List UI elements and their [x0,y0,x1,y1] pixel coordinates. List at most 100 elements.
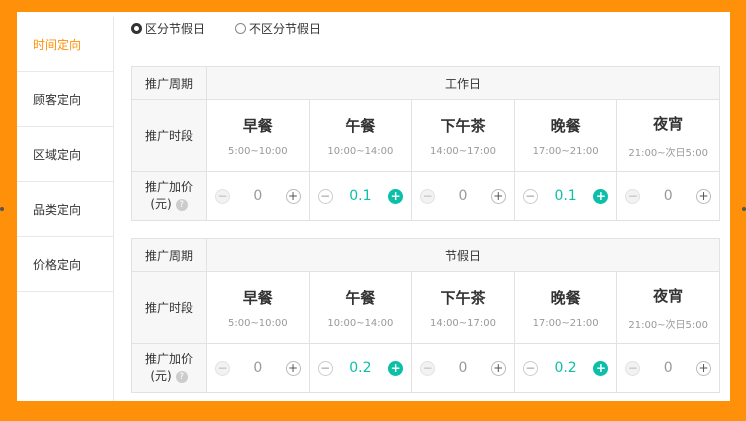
slot-label: 推广时段 [131,99,207,172]
minus-button[interactable]: − [420,188,436,204]
slot-time: 17:00~21:00 [532,145,599,157]
price-stepper-dinner: −0.2 + [513,343,618,393]
sidebar-item-label: 顾客定向 [33,92,82,107]
period-value: 节假日 [206,238,720,272]
plus-button[interactable]: + [490,360,506,376]
plus-button[interactable]: + [388,188,404,204]
slot-name: 夜宵 [653,114,684,133]
radio-unchecked-icon [235,23,247,34]
plus-button[interactable]: + [593,360,609,376]
sidebar-item-category[interactable]: 品类定向 [17,182,113,237]
slot-dinner: 晚餐 17:00~21:00 [513,271,618,344]
slot-afternoon-tea: 下午茶 14:00~17:00 [411,99,515,172]
price-value: 0 [663,360,673,376]
workday-table: 推广周期 工作日 推广时段 早餐 5:00~10:00 午餐 10:00~14:00… [131,66,720,221]
price-label-line1: 推广加价 [144,180,193,194]
radio-distinguish-holidays[interactable]: 区分节假日 [131,20,205,37]
slot-name: 夜宵 [653,286,684,305]
price-stepper-late-night: − 0 + [616,171,720,221]
plus-button[interactable]: + [695,360,711,376]
price-value: 0 [458,360,468,376]
slot-time: 5:00~10:00 [227,145,288,157]
price-value: 0 [663,188,673,204]
minus-button[interactable]: − [420,360,436,376]
price-value: 0.2 [349,360,372,376]
sidebar-item-label: 价格定向 [33,257,82,272]
plus-button[interactable]: + [388,360,404,376]
price-stepper-dinner: −0.1 + [513,171,618,221]
price-stepper-late-night: − 0 + [616,343,720,393]
right-edge-dot [742,207,746,211]
price-value: 0.2 [554,360,577,376]
plus-button[interactable]: + [490,188,506,204]
radio-no-distinguish-holidays[interactable]: 不区分节假日 [235,20,321,37]
period-label: 推广周期 [131,66,207,100]
minus-button[interactable]: − [317,188,333,204]
slot-time: 21:00~次日5:00 [628,147,709,159]
sidebar-item-region[interactable]: 区域定向 [17,127,113,182]
slot-name: 午餐 [345,288,376,307]
holiday-table: 推广周期 节假日 推广时段 早餐 5:00~10:00 午餐 10:00~14:00… [131,238,720,393]
price-stepper-lunch: −0.2 + [308,343,413,393]
slot-name: 早餐 [242,288,273,307]
slot-lunch: 午餐 10:00~14:00 [308,99,413,172]
slot-name: 晚餐 [550,116,581,135]
slot-breakfast: 早餐 5:00~10:00 [206,271,310,344]
help-icon[interactable]: ? [175,370,188,383]
slot-label: 推广时段 [131,271,207,344]
slot-dinner: 晚餐 17:00~21:00 [513,99,618,172]
plus-button[interactable]: + [285,188,301,204]
price-label-line2: (元) [150,197,172,211]
plus-button[interactable]: + [285,360,301,376]
minus-button[interactable]: − [522,360,538,376]
price-stepper-afternoon-tea: − 0 + [411,343,515,393]
slot-late-night: 夜宵 21:00~次日5:00 [616,99,720,172]
minus-button[interactable]: − [317,360,333,376]
minus-button[interactable]: − [215,360,230,376]
radio-checked-icon [131,23,142,34]
radio-label: 区分节假日 [145,22,206,36]
slot-name: 晚餐 [550,288,581,307]
help-icon[interactable]: ? [175,198,188,211]
price-stepper-afternoon-tea: − 0 + [411,171,515,221]
holiday-mode-radio-group: 区分节假日 不区分节假日 [131,20,321,37]
period-value: 工作日 [206,66,720,100]
minus-button[interactable]: − [215,188,230,204]
sidebar-item-customer[interactable]: 顾客定向 [17,72,113,127]
price-value: 0 [253,188,263,204]
slot-late-night: 夜宵 21:00~次日5:00 [616,271,720,344]
sidebar-item-time[interactable]: 时间定向 [17,17,113,72]
price-stepper-breakfast: − 0 + [206,171,310,221]
price-label: 推广加价 (元)? [131,343,207,393]
slot-time: 10:00~14:00 [327,145,394,157]
slot-name: 下午茶 [440,288,486,307]
price-stepper-lunch: −0.1 + [308,171,413,221]
slot-name: 早餐 [242,116,273,135]
slot-time: 17:00~21:00 [532,317,599,329]
slot-afternoon-tea: 下午茶 14:00~17:00 [411,271,515,344]
plus-button[interactable]: + [593,188,609,204]
minus-button[interactable]: − [625,188,641,204]
sidebar-item-label: 时间定向 [33,37,82,52]
price-value: 0 [458,188,468,204]
price-value: 0.1 [349,188,372,204]
slot-time: 21:00~次日5:00 [628,319,709,331]
minus-button[interactable]: − [625,360,641,376]
slot-lunch: 午餐 10:00~14:00 [308,271,413,344]
left-edge-dot [0,207,4,211]
price-value: 0.1 [554,188,577,204]
plus-button[interactable]: + [695,188,711,204]
price-label-line1: 推广加价 [144,352,193,366]
price-label-line2: (元) [150,369,172,383]
sidebar-item-price[interactable]: 价格定向 [17,237,113,292]
sidebar-item-label: 区域定向 [33,147,82,162]
price-label: 推广加价 (元)? [131,171,207,221]
radio-label: 不区分节假日 [249,22,322,36]
minus-button[interactable]: − [522,188,538,204]
slot-time: 14:00~17:00 [429,317,496,329]
sidebar-item-label: 品类定向 [33,202,82,217]
slot-time: 5:00~10:00 [227,317,288,329]
slot-time: 10:00~14:00 [327,317,394,329]
slot-name: 午餐 [345,116,376,135]
price-stepper-breakfast: − 0 + [206,343,310,393]
